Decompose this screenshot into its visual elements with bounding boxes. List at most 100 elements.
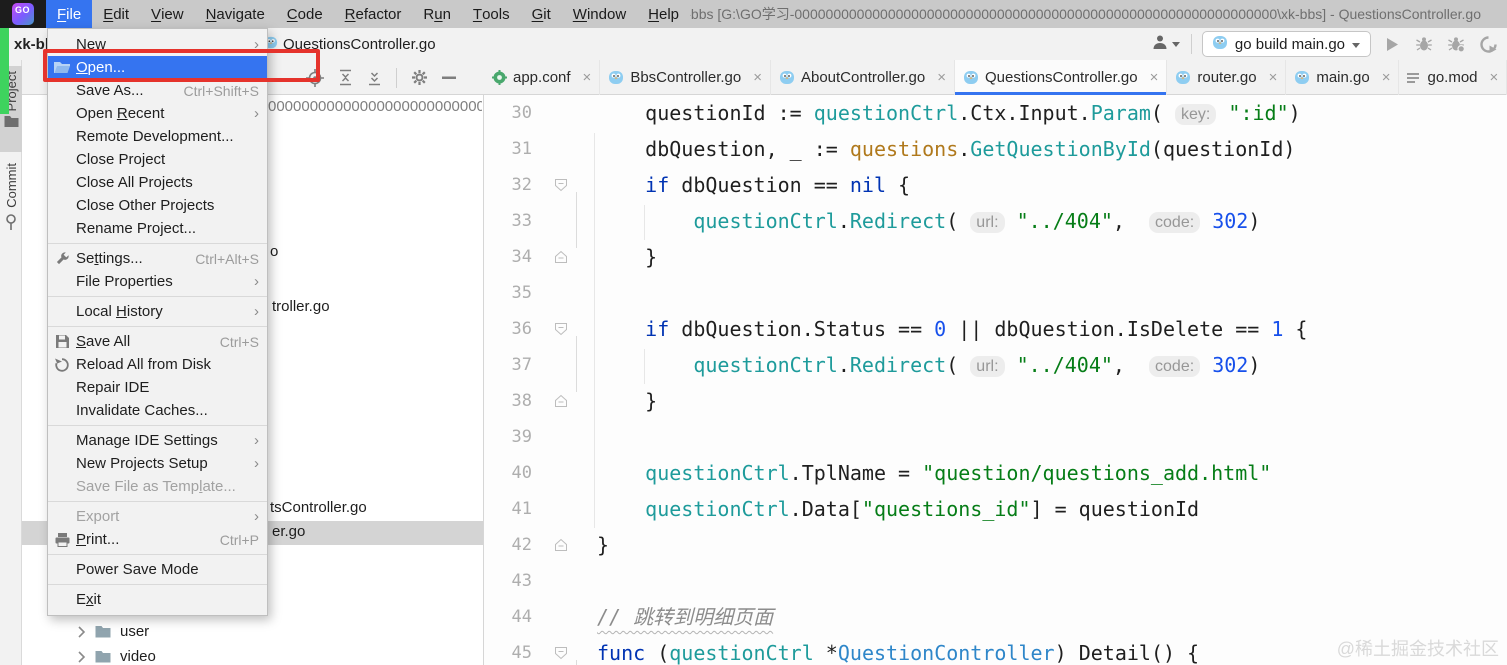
editor-tab-bbscontroller-go[interactable]: BbsController.go × [600, 60, 771, 95]
run-with-coverage-button[interactable] [1445, 33, 1467, 55]
code-line[interactable]: 38 } [484, 383, 1507, 419]
close-icon[interactable]: × [937, 69, 946, 86]
file-menu-item-settings[interactable]: Settings... Ctrl+Alt+S [48, 247, 267, 270]
file-menu-item-label: Open Recent [76, 105, 165, 122]
code-line[interactable]: 42} [484, 527, 1507, 563]
tree-file-fragment[interactable]: o [270, 243, 278, 260]
menubar-item-help[interactable]: Help [637, 0, 690, 28]
editor-tab-questionscontroller-go[interactable]: QuestionsController.go × [955, 60, 1168, 95]
code-line[interactable]: 30 questionId := questionCtrl.Ctx.Input.… [484, 95, 1507, 131]
menubar-item-refactor[interactable]: Refactor [334, 0, 413, 28]
menubar-item-tools[interactable]: Tools [462, 0, 521, 28]
file-menu-item-export[interactable]: Export › [48, 505, 267, 528]
file-menu-item-close-all-projects[interactable]: Close All Projects [48, 171, 267, 194]
editor-tab-aboutcontroller-go[interactable]: AboutController.go × [771, 60, 955, 95]
file-menu-item-new-projects-setup[interactable]: New Projects Setup › [48, 452, 267, 475]
gutter [532, 563, 572, 599]
fold-start-icon[interactable] [532, 635, 572, 665]
code-line[interactable]: 31 dbQuestion, _ := questions.GetQuestio… [484, 131, 1507, 167]
file-menu-item-close-other-projects[interactable]: Close Other Projects [48, 194, 267, 217]
close-icon[interactable]: × [583, 69, 592, 86]
code-line[interactable]: 34 } [484, 239, 1507, 275]
file-menu-item-manage-ide-settings[interactable]: Manage IDE Settings › [48, 429, 267, 452]
fold-end-icon[interactable] [532, 527, 572, 563]
fold-end-icon[interactable] [532, 239, 572, 275]
chevron-down-icon [1352, 36, 1361, 53]
file-menu-item-label: Repair IDE [76, 379, 150, 396]
menu-separator [48, 293, 267, 300]
file-menu-item-label: Rename Project... [76, 220, 197, 237]
run-configuration-select[interactable]: go build main.go [1201, 31, 1371, 57]
code-line[interactable]: 37 questionCtrl.Redirect( url: "../404",… [484, 347, 1507, 383]
collapse-all-icon[interactable] [367, 69, 382, 86]
menubar-item-run[interactable]: Run [412, 0, 462, 28]
tree-folder-video[interactable]: video [78, 648, 156, 665]
menubar-item-window[interactable]: Window [562, 0, 637, 28]
menubar-item-git[interactable]: Git [521, 0, 562, 28]
code-line[interactable]: 40 questionCtrl.TplName = "question/ques… [484, 455, 1507, 491]
close-icon[interactable]: × [1269, 69, 1278, 86]
close-icon[interactable]: × [753, 69, 762, 86]
editor-tab-main-go[interactable]: main.go × [1286, 60, 1400, 95]
tab-label: main.go [1316, 69, 1370, 86]
file-menu-item-remote-development[interactable]: Remote Development... [48, 125, 267, 148]
close-icon[interactable]: × [1382, 69, 1391, 86]
code-line[interactable]: 39 [484, 419, 1507, 455]
code-line[interactable]: 33 questionCtrl.Redirect( url: "../404",… [484, 203, 1507, 239]
toolbar-right: go build main.go [1152, 28, 1499, 60]
code-line[interactable]: 32 if dbQuestion == nil { [484, 167, 1507, 203]
file-menu-item-save-as[interactable]: Save As... Ctrl+Shift+S [48, 79, 267, 102]
tree-file-fragment[interactable]: troller.go [272, 298, 330, 315]
tree-folder-label: video [120, 648, 156, 665]
file-menu-item-open-recent[interactable]: Open Recent › [48, 102, 267, 125]
line-number: 33 [511, 211, 532, 231]
file-menu-item-save-file-as-template[interactable]: Save File as Template... [48, 475, 267, 498]
project-root-path-fragment: 00000000000000000000000000 [268, 98, 482, 115]
file-menu-item-reload-all-from-disk[interactable]: Reload All from Disk [48, 353, 267, 376]
file-menu-item-file-properties[interactable]: File Properties › [48, 270, 267, 293]
line-number: 40 [511, 463, 532, 483]
tree-folder-user[interactable]: user [78, 623, 149, 640]
tool-stripe-commit[interactable]: Commit [0, 158, 22, 254]
menubar-item-file[interactable]: File [46, 0, 93, 28]
file-menu-item-power-save-mode[interactable]: Power Save Mode [48, 558, 267, 581]
menubar-item-navigate[interactable]: Navigate [195, 0, 276, 28]
code-editor[interactable]: 30 questionId := questionCtrl.Ctx.Input.… [484, 95, 1507, 665]
profiler-button[interactable] [1477, 33, 1499, 55]
close-icon[interactable]: × [1490, 69, 1499, 86]
fold-start-icon[interactable] [532, 167, 572, 203]
file-menu-item-rename-project[interactable]: Rename Project... [48, 217, 267, 240]
code-line[interactable]: 44 // 跳转到明细页面 [484, 599, 1507, 635]
close-icon[interactable]: × [1150, 69, 1159, 86]
debug-button[interactable] [1413, 33, 1435, 55]
file-menu-item-invalidate-caches[interactable]: Invalidate Caches... [48, 399, 267, 422]
menubar-item-edit[interactable]: Edit [92, 0, 140, 28]
code-line[interactable]: 43 [484, 563, 1507, 599]
editor-tab-router-go[interactable]: router.go × [1167, 60, 1287, 95]
menubar-item-code[interactable]: Code [276, 0, 334, 28]
editor-tab-go-mod[interactable]: go.mod × [1399, 60, 1507, 95]
file-menu-item-print[interactable]: Print... Ctrl+P [48, 528, 267, 551]
file-menu-item-local-history[interactable]: Local History › [48, 300, 267, 323]
indent-guide [644, 349, 645, 384]
file-menu-item-exit[interactable]: Exit [48, 588, 267, 611]
file-menu-item-label: Export [76, 508, 120, 525]
editor-tab-app-conf[interactable]: app.conf × [484, 60, 601, 95]
user-account-button[interactable] [1152, 34, 1181, 55]
run-button[interactable] [1381, 33, 1403, 55]
line-number: 44 [511, 607, 532, 627]
code-line[interactable]: 41 questionCtrl.Data["questions_id"] = q… [484, 491, 1507, 527]
file-menu-item-save-all[interactable]: Save All Ctrl+S [48, 330, 267, 353]
hide-icon[interactable] [442, 76, 456, 80]
file-menu-item-close-project[interactable]: Close Project [48, 148, 267, 171]
fold-end-icon[interactable] [532, 383, 572, 419]
project-folder-icon [4, 115, 19, 128]
code-line[interactable]: 35 [484, 275, 1507, 311]
code-line[interactable]: 36 if dbQuestion.Status == 0 || dbQuesti… [484, 311, 1507, 347]
fold-start-icon[interactable] [532, 311, 572, 347]
menubar-item-view[interactable]: View [140, 0, 195, 28]
settings-icon[interactable] [411, 69, 428, 86]
file-menu-item-repair-ide[interactable]: Repair IDE [48, 376, 267, 399]
tree-file-fragment[interactable]: tsController.go [270, 499, 367, 516]
expand-all-icon[interactable] [338, 69, 353, 86]
